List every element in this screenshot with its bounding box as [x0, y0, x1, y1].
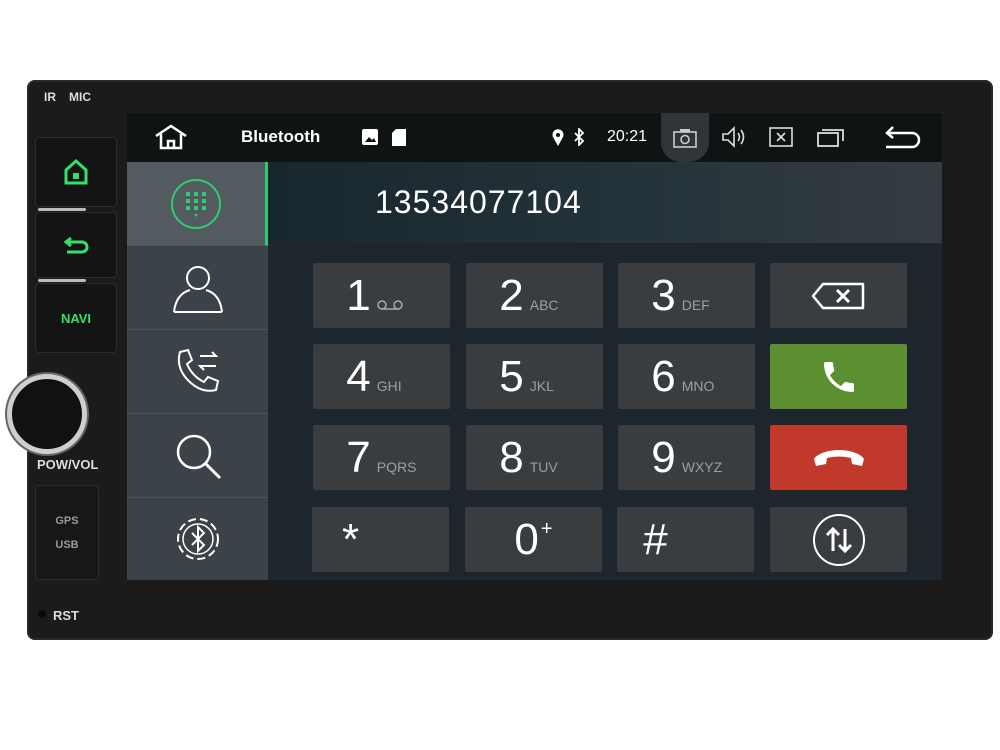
key-digit: 2 [499, 270, 524, 320]
key-digit: 4 [346, 351, 371, 401]
status-bar: Bluetooth 20:21 [127, 113, 942, 162]
key-hash[interactable]: # [617, 507, 754, 572]
key-letters: ABC [529, 296, 559, 313]
key-digit: 1 [346, 270, 371, 320]
key-digit: 0 [514, 514, 539, 564]
home-icon [64, 158, 88, 185]
key-letters: PQRS [376, 458, 417, 475]
power-volume-knob[interactable] [7, 374, 87, 454]
voicemail-icon [376, 297, 417, 313]
sd-card-icon [392, 125, 406, 149]
key-letters: JKL [529, 377, 554, 394]
gps-label: GPS [55, 514, 79, 527]
bluetooth-settings-icon [176, 518, 219, 560]
screen: Bluetooth 20:21 13534077104 1 2 ABC 3 DEF 4 GH… [127, 113, 942, 580]
hw-back-button[interactable] [35, 212, 117, 278]
search-icon [176, 434, 221, 479]
image-icon [362, 125, 378, 149]
hangup-button[interactable] [770, 425, 907, 490]
number-display: 13534077104 [270, 162, 942, 243]
hw-home-button[interactable] [35, 137, 117, 207]
home-icon[interactable] [153, 124, 189, 150]
key-letters: + [540, 518, 553, 540]
sidebar-item-bluetooth-settings[interactable] [127, 498, 268, 580]
dialed-number[interactable]: 13534077104 [375, 184, 582, 221]
location-icon [552, 125, 564, 149]
screenshot-button[interactable] [661, 113, 709, 162]
key-8[interactable]: 8 TUV [466, 425, 603, 490]
contact-icon [172, 265, 223, 313]
key-digit: 7 [346, 432, 371, 482]
key-1[interactable]: 1 [313, 263, 450, 328]
call-log-icon [177, 348, 219, 392]
app-title: Bluetooth [241, 127, 321, 146]
key-digit: 6 [651, 351, 676, 401]
close-window-icon[interactable] [769, 125, 793, 149]
key-6[interactable]: 6 MNO [618, 344, 755, 409]
key-digit: * [341, 514, 360, 564]
key-7[interactable]: 7 PQRS [313, 425, 450, 490]
backspace-button[interactable] [770, 263, 907, 328]
reset-hole[interactable] [38, 610, 46, 618]
back-icon[interactable] [884, 125, 922, 149]
clock: 20:21 [607, 128, 648, 145]
key-digit: # [643, 514, 668, 564]
mic-label: MIC [69, 90, 91, 104]
recent-apps-icon[interactable] [817, 125, 845, 149]
key-digit: 9 [651, 432, 676, 482]
key-letters: WXYZ [681, 458, 723, 475]
backspace-icon [811, 282, 864, 309]
gps-usb-cover: GPS USB [35, 485, 99, 580]
navi-label: NAVI [60, 310, 92, 326]
rst-label: RST [53, 608, 79, 623]
key-letters: MNO [681, 377, 715, 394]
key-letters: GHI [376, 377, 402, 394]
key-digit: 5 [499, 351, 524, 401]
ir-label: IR [44, 90, 56, 104]
hangup-icon [813, 449, 864, 466]
sidebar-item-dialpad[interactable] [127, 162, 268, 246]
sidebar-item-call-log[interactable] [127, 330, 268, 414]
key-2[interactable]: 2 ABC [466, 263, 603, 328]
bluetooth-icon [573, 125, 585, 149]
key-letters: TUV [529, 458, 558, 475]
hw-navi-button[interactable]: NAVI [35, 283, 117, 353]
pow-vol-label: POW/VOL [37, 457, 99, 472]
key-4[interactable]: 4 GHI [313, 344, 450, 409]
key-star[interactable]: * [312, 507, 449, 572]
sidebar-item-search[interactable] [127, 414, 268, 498]
key-letters: DEF [681, 296, 710, 313]
swap-arrows-icon [812, 513, 865, 566]
phone-icon [823, 361, 854, 392]
key-3[interactable]: 3 DEF [618, 263, 755, 328]
key-0[interactable]: 0 + [465, 507, 602, 572]
sidebar-item-contacts[interactable] [127, 246, 268, 330]
camera-icon [673, 128, 697, 148]
back-icon [63, 236, 89, 254]
dialpad-icon [171, 178, 221, 229]
call-button[interactable] [770, 344, 907, 409]
usb-label: USB [55, 538, 79, 551]
volume-icon[interactable] [721, 125, 747, 149]
key-9[interactable]: 9 WXYZ [618, 425, 755, 490]
swap-audio-button[interactable] [770, 507, 907, 572]
key-5[interactable]: 5 JKL [466, 344, 603, 409]
dialer-sidebar [127, 162, 268, 580]
key-digit: 8 [499, 432, 524, 482]
key-digit: 3 [651, 270, 676, 320]
